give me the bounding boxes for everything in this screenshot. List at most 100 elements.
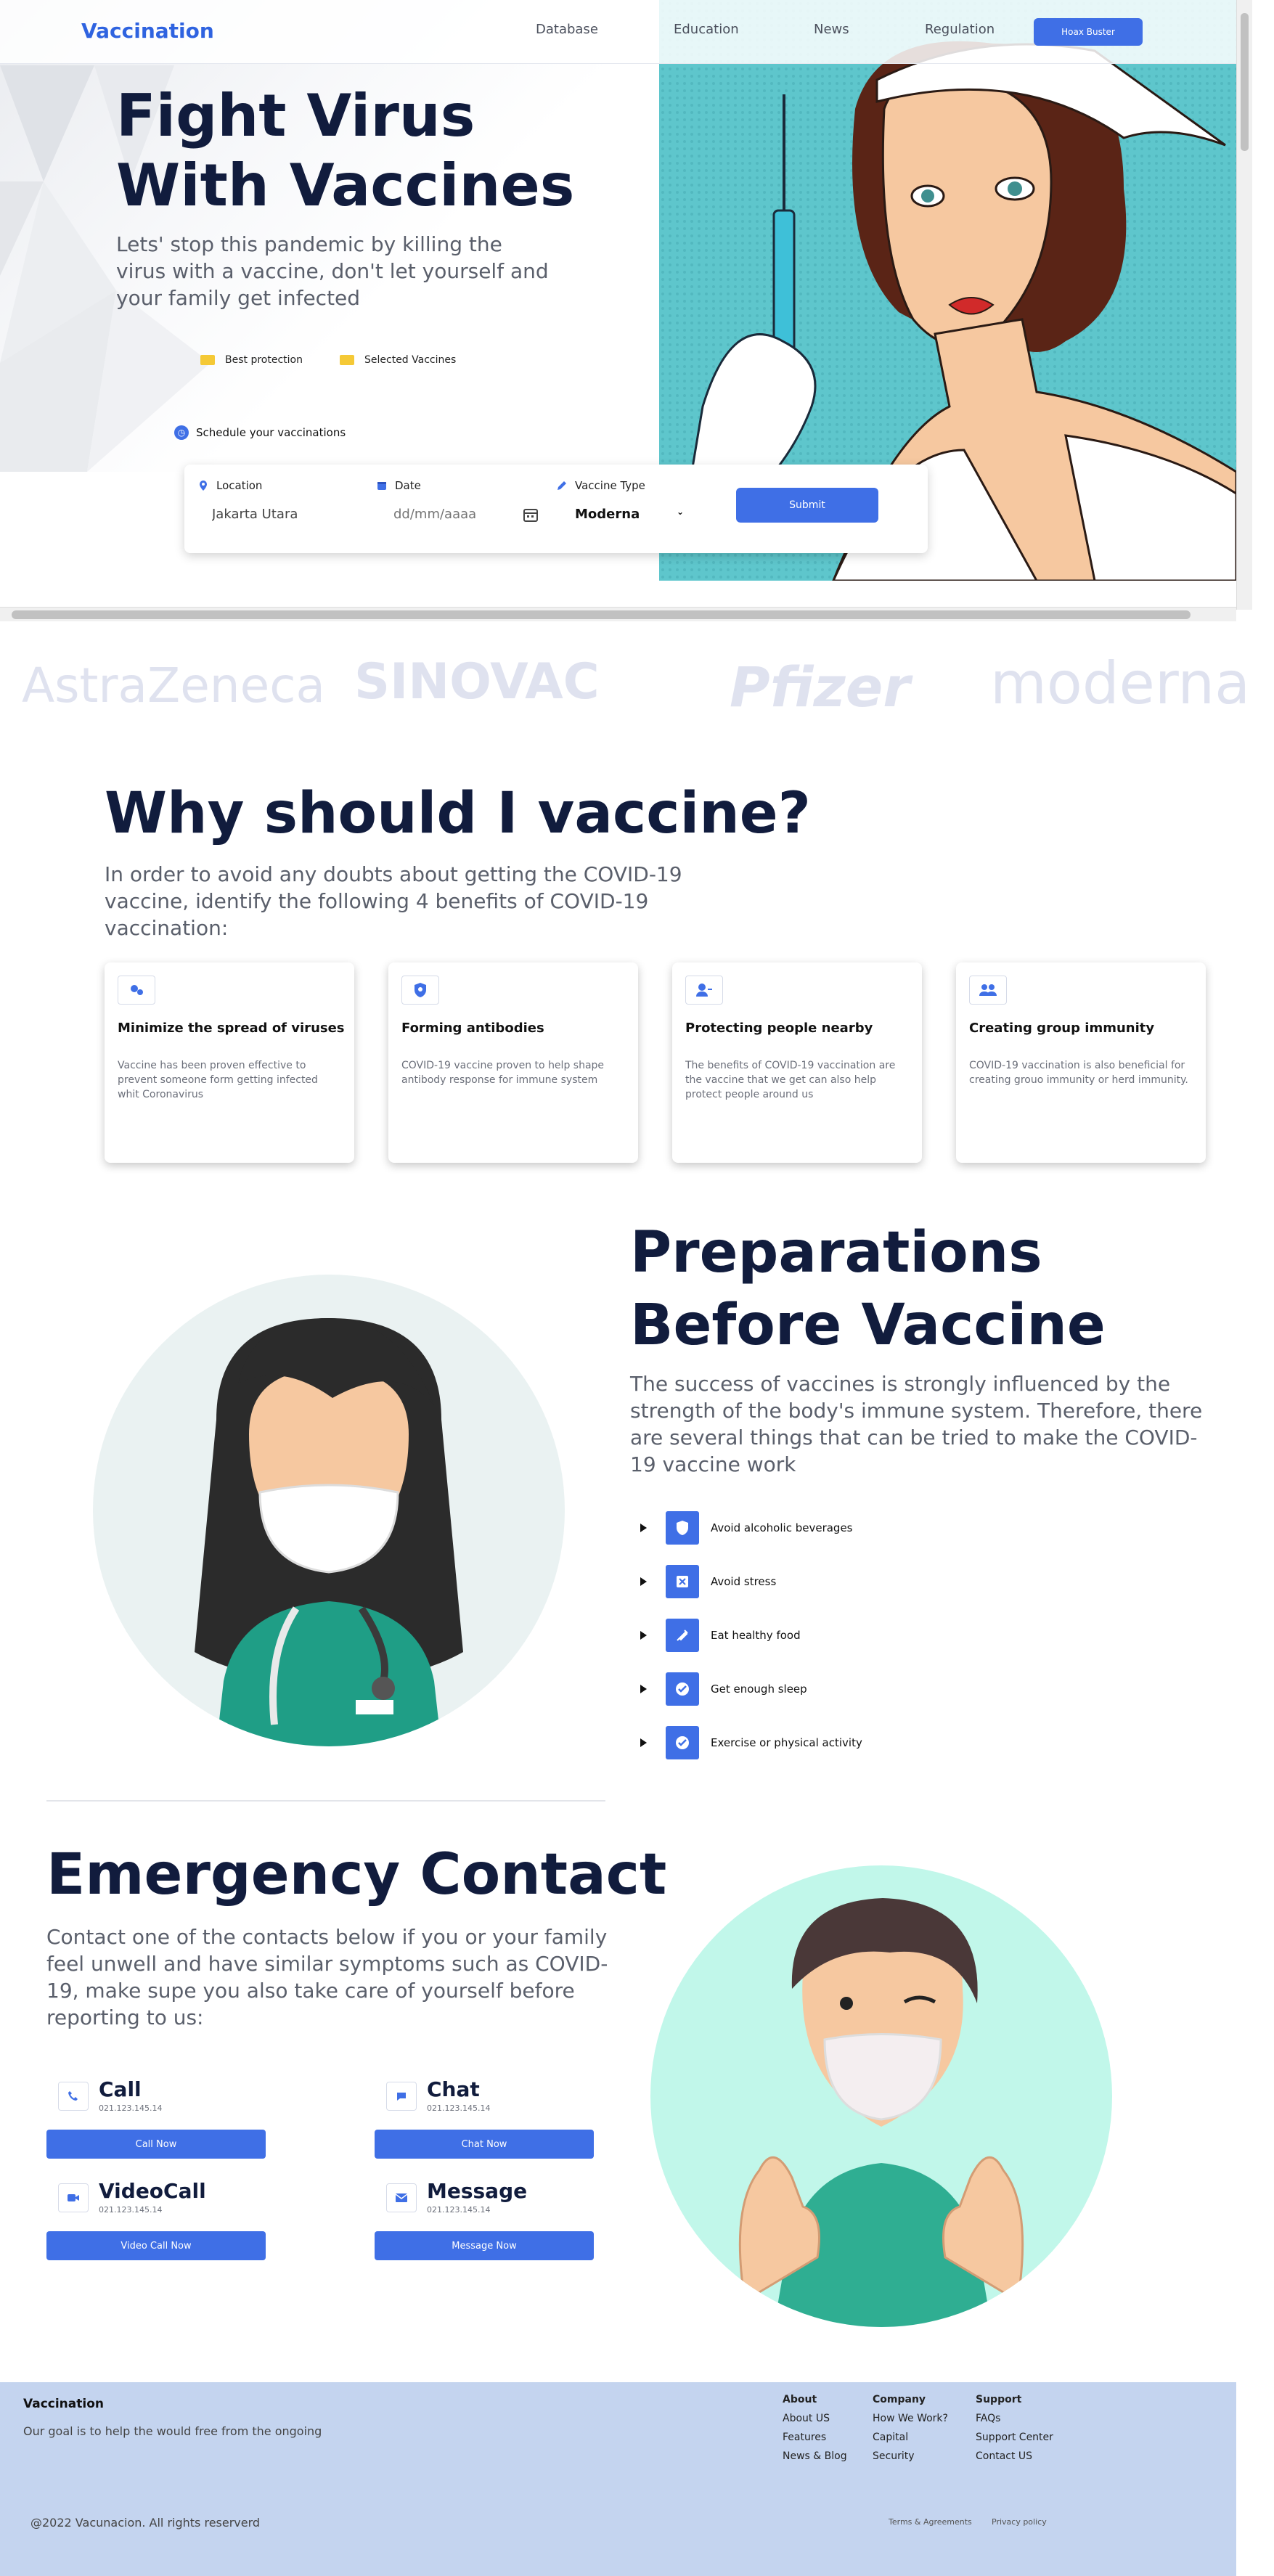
footer-link[interactable]: Contact US <box>976 2450 1053 2462</box>
footer-column-about: About About US Features News & Blog <box>783 2394 847 2469</box>
brand-pfizer: Pfizer <box>730 655 910 719</box>
badge-label: Best protection <box>225 354 303 366</box>
footer-link[interactable]: FAQs <box>976 2413 1053 2424</box>
caret-right-icon <box>640 1524 647 1532</box>
caret-right-icon <box>640 1738 647 1747</box>
footer-link[interactable]: News & Blog <box>783 2450 847 2462</box>
why-subtitle: In order to avoid any doubts about getti… <box>105 862 682 940</box>
badge-label: Selected Vaccines <box>364 354 457 366</box>
virus-icon <box>118 976 155 1005</box>
video-icon <box>58 2183 89 2212</box>
nav-link-education[interactable]: Education <box>674 22 739 37</box>
caret-right-icon <box>640 1577 647 1586</box>
prep-item-label: Get enough sleep <box>711 1682 807 1696</box>
syringe-icon <box>666 1619 699 1652</box>
benefit-card: Minimize the spread of viruses Vaccine h… <box>105 962 354 1163</box>
footer-link[interactable]: Capital <box>873 2432 948 2443</box>
brand-sinovac: SINOVAC <box>354 653 600 711</box>
phone-icon <box>58 2082 89 2111</box>
contact-number: 021.123.145.14 <box>99 2103 163 2113</box>
nav-link-database[interactable]: Database <box>536 22 598 37</box>
message-now-button[interactable]: Message Now <box>375 2231 594 2260</box>
vaccine-type-value: Moderna <box>575 507 640 522</box>
card-title: Minimize the spread of viruses <box>118 1021 345 1036</box>
prep-list-item[interactable]: Get enough sleep <box>640 1672 807 1706</box>
nav-link-news[interactable]: News <box>814 22 849 37</box>
nav-link-regulation[interactable]: Regulation <box>925 22 995 37</box>
prep-list-item[interactable]: Avoid alcoholic beverages <box>640 1511 853 1545</box>
card-description: COVID-19 vaccine proven to help shape an… <box>401 1060 605 1086</box>
contact-number: 021.123.145.14 <box>99 2205 163 2215</box>
vaccine-type-select[interactable]: Moderna ⌄ <box>575 507 684 522</box>
footer-link[interactable]: Security <box>873 2450 948 2462</box>
card-title: Protecting people nearby <box>685 1021 873 1036</box>
footer-column-heading: About <box>783 2394 817 2405</box>
check-circle-icon <box>666 1672 699 1706</box>
hoax-buster-button[interactable]: Hoax Buster <box>1034 18 1143 46</box>
footer-brand[interactable]: Vaccination <box>23 2397 104 2411</box>
section-divider <box>46 1800 605 1802</box>
footer-link[interactable]: How We Work? <box>873 2413 948 2424</box>
vaccine-type-label: Vaccine Type <box>556 479 645 492</box>
emergency-title: Emergency Contact <box>46 1842 667 1908</box>
vaccine-type-label-text: Vaccine Type <box>575 479 645 492</box>
pencil-icon <box>558 481 566 490</box>
chat-now-button[interactable]: Chat Now <box>375 2130 594 2159</box>
benefit-card: Protecting people nearby The benefits of… <box>672 962 922 1163</box>
prep-list-item[interactable]: Exercise or physical activity <box>640 1726 862 1759</box>
footer-link[interactable]: Support Center <box>976 2432 1053 2443</box>
card-description: Vaccine has been proven effective to pre… <box>118 1060 318 1100</box>
footer-column-support: Support FAQs Support Center Contact US <box>976 2394 1053 2469</box>
hero-title: Fight Virus With Vaccines <box>116 82 575 219</box>
location-input[interactable] <box>212 507 357 522</box>
footer-column-company: Company How We Work? Capital Security <box>873 2394 948 2469</box>
prep-item-label: Avoid stress <box>711 1575 777 1588</box>
terms-link[interactable]: Terms & Agreements <box>889 2517 972 2527</box>
badge-best-protection: Best protection <box>200 354 303 366</box>
check-circle-icon <box>666 1726 699 1759</box>
masked-man-thumbs-up-illustration <box>650 1865 1112 2327</box>
footer-column-heading: Company <box>873 2394 926 2405</box>
footer-column-heading: Support <box>976 2394 1022 2405</box>
brand-logo[interactable]: Vaccination <box>81 19 214 43</box>
submit-button[interactable]: Submit <box>736 488 878 523</box>
vertical-scrollbar[interactable] <box>1236 0 1252 610</box>
prep-item-label: Eat healthy food <box>711 1629 801 1642</box>
copyright-text: @2022 Vacunacion. All rights reserverd <box>30 2516 261 2530</box>
video-call-now-button[interactable]: Video Call Now <box>46 2231 266 2260</box>
contact-name: Message <box>427 2179 528 2203</box>
contact-name: VideoCall <box>99 2179 206 2203</box>
masked-doctor-illustration <box>93 1275 565 1746</box>
card-title: Creating group immunity <box>969 1021 1155 1036</box>
prep-item-label: Exercise or physical activity <box>711 1736 862 1749</box>
contact-name: Call <box>99 2077 142 2101</box>
mail-icon <box>386 2183 417 2212</box>
clock-icon: ◷ <box>174 425 189 440</box>
footer: Vaccination Our goal is to help the woul… <box>0 2382 1236 2576</box>
date-label-text: Date <box>395 479 421 492</box>
chevron-down-icon: ⌄ <box>676 507 684 517</box>
horizontal-scrollbar[interactable] <box>0 607 1236 621</box>
schedule-label: Schedule your vaccinations <box>196 426 346 439</box>
footer-link[interactable]: Features <box>783 2432 847 2443</box>
user-icon <box>685 976 723 1005</box>
date-input[interactable] <box>393 507 495 522</box>
scrollbar-thumb[interactable] <box>12 610 1191 619</box>
chat-icon <box>386 2082 417 2111</box>
prep-list-item[interactable]: Avoid stress <box>640 1565 776 1598</box>
privacy-link[interactable]: Privacy policy <box>992 2517 1047 2527</box>
scrollbar-thumb[interactable] <box>1241 13 1249 151</box>
call-now-button[interactable]: Call Now <box>46 2130 266 2159</box>
schedule-heading: ◷ Schedule your vaccinations <box>174 425 346 440</box>
shield-icon <box>666 1511 699 1545</box>
badge-marker-icon <box>340 355 354 365</box>
prep-list-item[interactable]: Eat healthy food <box>640 1619 801 1652</box>
benefit-card: Forming antibodies COVID-19 vaccine prov… <box>388 962 638 1163</box>
calendar-icon <box>377 482 386 490</box>
contact-name: Chat <box>427 2077 480 2101</box>
date-picker-icon[interactable] <box>523 507 539 523</box>
top-navbar: Vaccination Database Education News Regu… <box>0 0 1236 64</box>
footer-link[interactable]: About US <box>783 2413 847 2424</box>
location-label: Location <box>197 479 262 492</box>
card-title: Forming antibodies <box>401 1021 544 1036</box>
